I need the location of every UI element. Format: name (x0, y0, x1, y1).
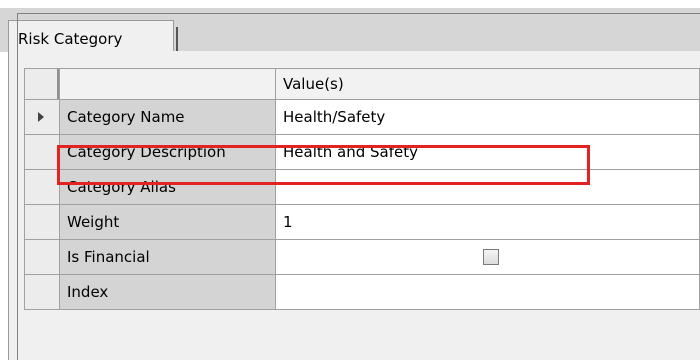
grid-row-index[interactable]: Index (24, 274, 700, 310)
field-value[interactable]: Health/Safety (275, 99, 700, 135)
grid-row-category-alias[interactable]: Category Alias (24, 169, 700, 205)
header-selector-cell (24, 68, 60, 100)
field-label: Weight (59, 204, 276, 240)
field-label: Index (59, 274, 276, 310)
row-selector[interactable] (24, 204, 60, 240)
row-selector[interactable] (24, 274, 60, 310)
field-label: Category Description (59, 134, 276, 170)
field-value[interactable] (275, 169, 700, 205)
field-value[interactable]: 1 (275, 204, 700, 240)
row-selector[interactable] (24, 239, 60, 275)
properties-grid: Value(s) Category Name Health/Safety Cat… (24, 68, 700, 310)
field-value-checkbox-cell[interactable] (275, 239, 700, 275)
header-values-cell[interactable]: Value(s) (275, 68, 700, 100)
field-label: Category Name (59, 99, 276, 135)
field-value[interactable]: Health and Safety (275, 134, 700, 170)
row-selector[interactable] (24, 134, 60, 170)
field-label: Category Alias (59, 169, 276, 205)
grid-row-weight[interactable]: Weight 1 (24, 204, 700, 240)
grid-row-category-description[interactable]: Category Description Health and Safety (24, 134, 700, 170)
row-selector[interactable] (24, 169, 60, 205)
field-label: Is Financial (59, 239, 276, 275)
row-selector[interactable] (24, 99, 60, 135)
current-row-arrow-icon (38, 112, 44, 122)
header-name-cell (59, 68, 276, 100)
grid-header-row: Value(s) (24, 68, 700, 100)
grid-row-category-name[interactable]: Category Name Health/Safety (24, 99, 700, 135)
grid-row-is-financial[interactable]: Is Financial (24, 239, 700, 275)
field-value[interactable] (275, 274, 700, 310)
is-financial-checkbox[interactable] (483, 249, 499, 265)
